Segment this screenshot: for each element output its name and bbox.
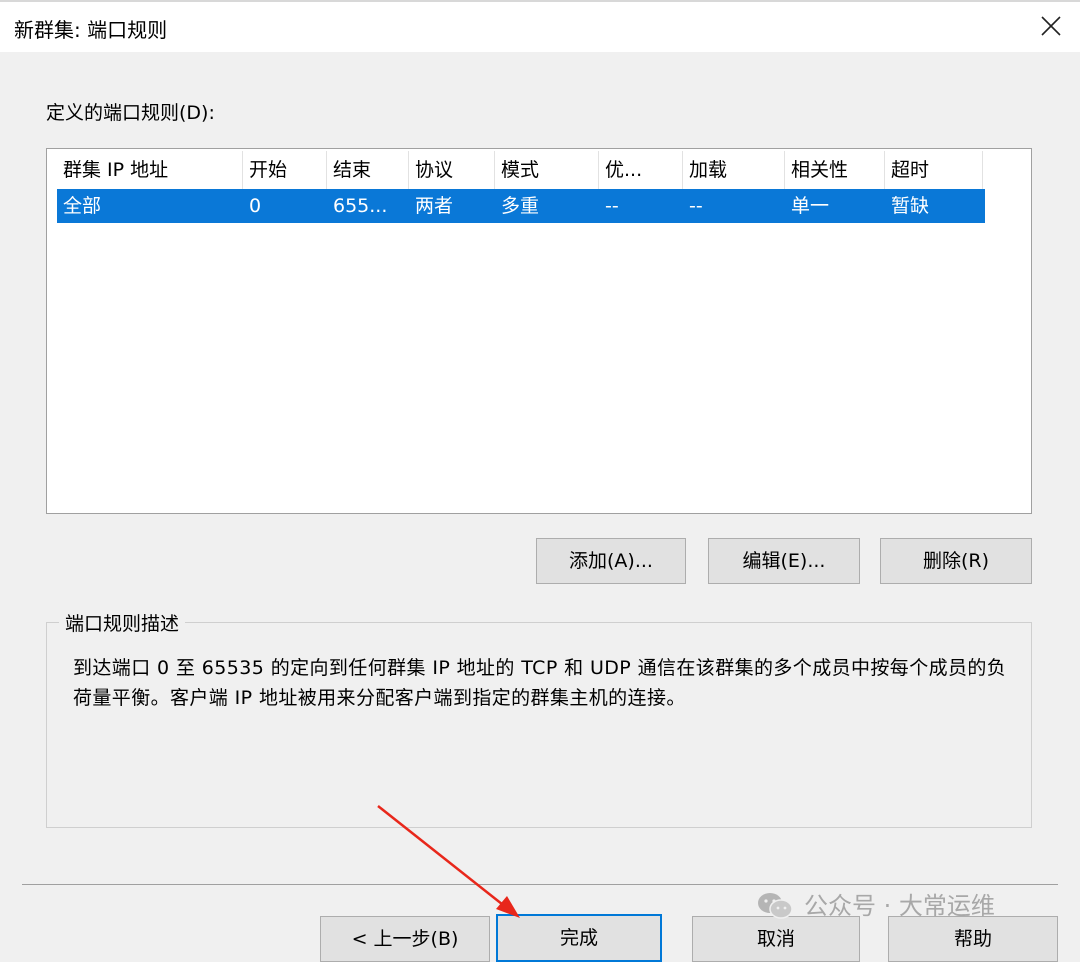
column-header-timeout[interactable]: 超时 [885, 151, 983, 189]
cell-priority: -- [605, 195, 619, 217]
port-rules-list[interactable]: 群集 IP 地址 开始 结束 协议 模式 优... 加载 相关性 超时 全部 0… [46, 148, 1032, 514]
cell-load: -- [689, 195, 703, 217]
delete-button[interactable]: 删除(R) [880, 538, 1032, 584]
cell-mode: 多重 [501, 195, 540, 217]
cell-cluster-ip: 全部 [63, 195, 102, 217]
rule-description-group: 端口规则描述 到达端口 0 至 65535 的定向到任何群集 IP 地址的 TC… [46, 609, 1032, 828]
rule-description-text: 到达端口 0 至 65535 的定向到任何群集 IP 地址的 TCP 和 UDP… [73, 657, 1007, 709]
table-row[interactable]: 全部 0 655... 两者 多重 -- -- 单一 暂缺 [57, 189, 985, 223]
column-header-affinity[interactable]: 相关性 [785, 151, 885, 189]
finish-button[interactable]: 完成 [496, 914, 662, 962]
port-rules-label: 定义的端口规则(D): [46, 102, 215, 124]
wechat-icon [758, 893, 793, 919]
watermark-text: 公众号 · 大常运维 [804, 892, 995, 920]
footer-divider [22, 884, 1058, 885]
column-header-cluster-ip[interactable]: 群集 IP 地址 [57, 151, 243, 189]
edit-button[interactable]: 编辑(E)... [708, 538, 860, 584]
back-button[interactable]: < 上一步(B) [320, 916, 490, 962]
title-bar: 新群集: 端口规则 [0, 0, 1080, 52]
column-header-load[interactable]: 加载 [683, 151, 785, 189]
cell-start: 0 [249, 195, 262, 217]
rule-description-title: 端口规则描述 [59, 609, 186, 636]
cell-timeout: 暂缺 [891, 195, 930, 217]
close-icon[interactable] [1035, 10, 1067, 42]
column-header-start[interactable]: 开始 [243, 151, 327, 189]
cell-protocol: 两者 [415, 195, 454, 217]
cell-affinity: 单一 [791, 195, 830, 217]
add-button[interactable]: 添加(A)... [536, 538, 686, 584]
cell-end: 655... [333, 195, 388, 217]
column-header-mode[interactable]: 模式 [495, 151, 599, 189]
column-header-priority[interactable]: 优... [599, 151, 683, 189]
window-title: 新群集: 端口规则 [14, 18, 168, 42]
column-header-protocol[interactable]: 协议 [409, 151, 495, 189]
column-header-end[interactable]: 结束 [327, 151, 409, 189]
